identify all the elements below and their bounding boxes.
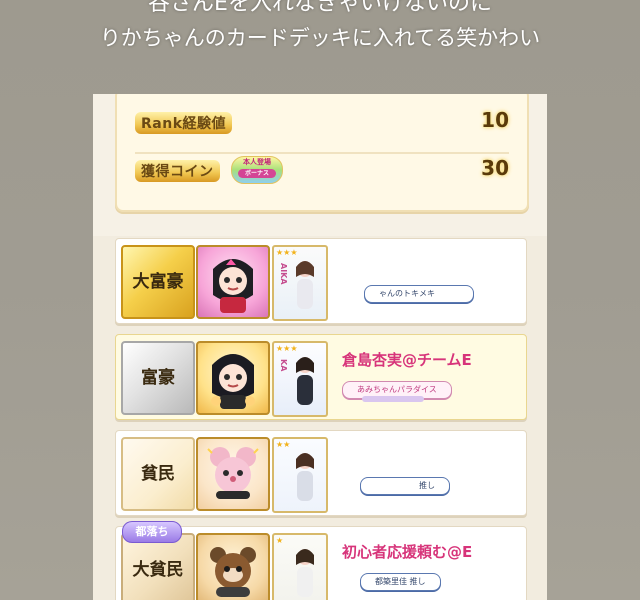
- player-tag: 都築里佳 推し: [360, 573, 441, 591]
- player-tag: 推し: [360, 477, 450, 495]
- member-photo: [296, 357, 314, 405]
- reward-summary-box: Rank経験値 10 獲得コイン 本人登場 ボーナス 30: [115, 94, 529, 212]
- rank-badge: 大貧民: [121, 533, 195, 600]
- card-vertical-text: KA: [279, 359, 288, 372]
- member-photo: [296, 549, 314, 597]
- avatar-illustration: [207, 447, 259, 499]
- player-ranking-list: 大富豪 ★★★ AIKA ゃんのトキメキ 富豪 ★★★ KA 倉島杏実@チームE…: [93, 236, 547, 600]
- member-card: ★★★ AIKA: [272, 245, 328, 321]
- star-icon: ★★★: [276, 344, 298, 353]
- caption-line-1: 谷さんEを入れなきゃいけないのに: [148, 0, 492, 16]
- coins-label: 獲得コイン: [135, 160, 220, 182]
- star-icon: ★★: [276, 440, 291, 449]
- star-icon: ★★★: [276, 248, 298, 257]
- row-divider: [135, 152, 509, 154]
- caption-line-2: りかちゃんのカードデッキに入れてる笑かわい: [99, 26, 541, 50]
- avatar-illustration: [211, 354, 255, 409]
- rank-exp-label: Rank経験値: [135, 112, 233, 134]
- summary-footer: [93, 222, 547, 237]
- avatar-illustration: [210, 547, 256, 597]
- rank-exp-row: Rank経験値 10: [135, 108, 509, 154]
- avatar-illustration: [213, 259, 253, 313]
- avatar: [196, 437, 270, 511]
- member-card: ★★: [272, 437, 328, 513]
- tag-ribbon: [362, 396, 424, 402]
- redaction: [342, 439, 522, 467]
- rank-badge: 貧民: [121, 437, 195, 511]
- game-result-panel: Rank経験値 10 獲得コイン 本人登場 ボーナス 30 大富豪 ★★★ AI…: [93, 94, 547, 600]
- player-name: 倉島杏実@チームE: [342, 351, 472, 369]
- player-tag: ゃんのトキメキ: [364, 285, 474, 303]
- member-photo: [296, 453, 314, 501]
- avatar: [196, 533, 270, 600]
- player-row-3[interactable]: 貧民 ★★ 推し: [115, 430, 527, 516]
- coin-row: 獲得コイン 本人登場 ボーナス 30: [135, 156, 509, 186]
- bonus-badge-line-1: 本人登場: [243, 158, 271, 166]
- player-row-4[interactable]: 都落ち 大貧民 ★ 初心者応援頼む@E 都築里佳 推し: [115, 521, 527, 600]
- bonus-badge: 本人登場 ボーナス: [231, 156, 283, 184]
- member-card: ★: [272, 533, 328, 600]
- player-name: 初心者応援頼む@E: [342, 543, 473, 561]
- coins-value: 30: [481, 156, 509, 180]
- member-photo: [296, 261, 314, 309]
- rank-badge: 大富豪: [121, 245, 195, 319]
- rank-exp-value: 10: [481, 108, 509, 132]
- bonus-badge-line-2: ボーナス: [238, 169, 276, 178]
- card-vertical-text: AIKA: [279, 263, 288, 285]
- player-row-1[interactable]: 大富豪 ★★★ AIKA ゃんのトキメキ: [115, 238, 527, 324]
- player-row-2[interactable]: 富豪 ★★★ KA 倉島杏実@チームE あみちゃんパラダイス: [115, 334, 527, 420]
- redaction: [342, 247, 522, 275]
- avatar: [196, 341, 270, 415]
- rank-badge: 富豪: [121, 341, 195, 415]
- avatar: [196, 245, 270, 319]
- demotion-badge: 都落ち: [122, 521, 182, 543]
- star-icon: ★: [276, 536, 284, 545]
- member-card: ★★★ KA: [272, 341, 328, 417]
